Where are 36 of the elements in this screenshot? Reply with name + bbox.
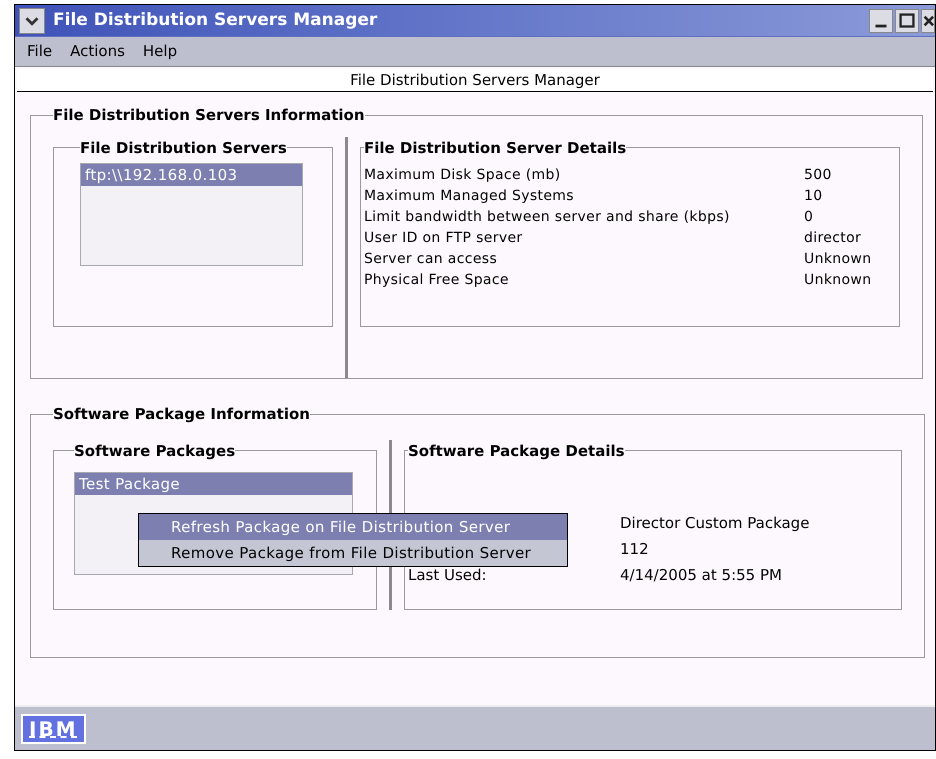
detail-value: 4/14/2005 at 5:55 PM (620, 566, 782, 584)
detail-value: Unknown (804, 271, 872, 290)
panel-header: File Distribution Servers Manager (17, 69, 933, 92)
group-title: File Distribution Server Details (364, 138, 626, 158)
detail-label: Limit bandwidth between server and share (kbps) (364, 208, 731, 227)
group-title: Software Packages (74, 440, 236, 462)
detail-label: Physical Free Space (364, 271, 510, 290)
minimize-icon[interactable] (869, 8, 893, 32)
context-menu-item[interactable]: Remove Package from File Distribution Server (139, 540, 567, 566)
group-title: File Distribution Servers (80, 138, 287, 158)
menu-item[interactable]: Help (142, 40, 178, 63)
group-title: File Distribution Servers Information (53, 105, 364, 126)
window-menu-icon[interactable] (19, 8, 45, 34)
context-menu-item[interactable]: Refresh Package on File Distribution Server (139, 514, 567, 540)
ibm-logo: IBM (21, 714, 86, 744)
maximize-icon[interactable] (895, 8, 919, 32)
menu-item[interactable]: Actions (70, 40, 125, 63)
detail-label: Last Used: (408, 566, 487, 584)
detail-value: Director Custom Package (620, 514, 810, 532)
detail-label: Server can access (364, 250, 498, 269)
list-item[interactable]: ftp:\\192.168.0.103 (81, 164, 302, 186)
detail-value: 0 (804, 208, 814, 227)
detail-value: 112 (620, 540, 649, 558)
detail-label: User ID on FTP server (364, 229, 524, 248)
group-title: Software Package Information (53, 404, 310, 425)
group-title: Software Package Details (408, 440, 625, 462)
list-item[interactable]: Test Package (75, 473, 352, 495)
close-icon[interactable] (921, 8, 935, 32)
detail-value: 10 (804, 187, 823, 206)
detail-value: Unknown (804, 250, 872, 269)
window-title: File Distribution Servers Manager (53, 8, 378, 32)
detail-label: Maximum Disk Space (mb) (364, 166, 562, 185)
detail-label: Maximum Managed Systems (364, 187, 575, 206)
menu-item[interactable]: File (27, 40, 52, 63)
detail-value: 500 (804, 166, 832, 185)
detail-value: director (804, 229, 862, 248)
